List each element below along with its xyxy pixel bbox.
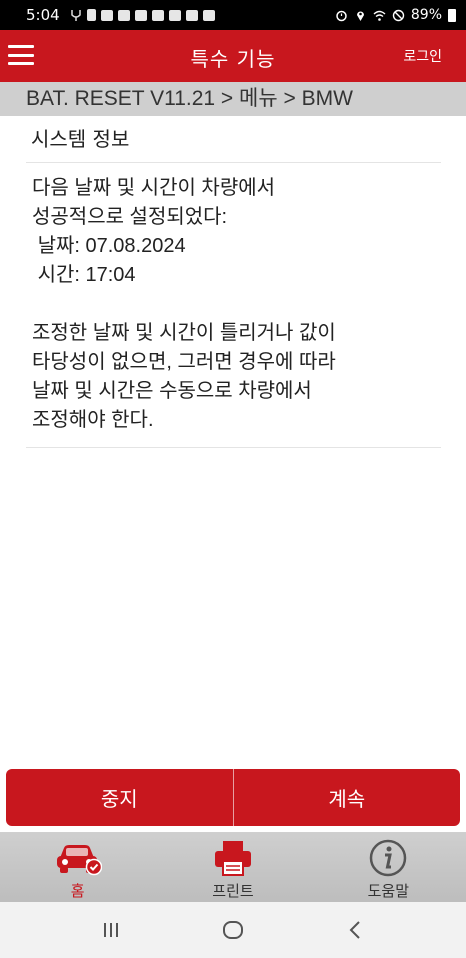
battery-percent: 89%: [410, 7, 442, 23]
continue-button[interactable]: 계속: [233, 769, 460, 826]
nav-label-help: 도움말: [367, 882, 410, 900]
home-icon[interactable]: [213, 910, 253, 950]
breadcrumb: BAT. RESET V11.21 > 메뉴 > BMW: [0, 82, 466, 116]
location-icon: [356, 11, 364, 21]
usb-debug-icon: [70, 9, 81, 21]
system-nav-bar: [0, 902, 466, 958]
notification-icon: [202, 9, 215, 21]
section-title: 시스템 정보: [26, 116, 441, 163]
nav-label-print: 프린트: [212, 882, 254, 900]
stop-button[interactable]: 중지: [6, 769, 234, 826]
system-info-panel: 시스템 정보 다음 날짜 및 시간이 차량에서 성공적으로 설정되었다: 날짜:…: [26, 116, 441, 448]
notification-icon: [117, 9, 130, 21]
status-time: 5:04: [26, 6, 60, 24]
nav-item-home[interactable]: 홈: [0, 832, 155, 902]
battery-icon: [448, 8, 456, 22]
nav-item-print[interactable]: 프린트: [155, 832, 310, 902]
login-button[interactable]: 로그인: [403, 46, 442, 66]
car-check-icon: [54, 838, 102, 878]
bottom-nav: 홈 프린트 도움말: [0, 832, 466, 902]
nav-label-home: 홈: [70, 882, 85, 900]
printer-icon: [209, 838, 257, 878]
notification-icons: [70, 9, 215, 22]
info-icon: [364, 838, 412, 878]
notification-icon: [185, 9, 198, 21]
notification-icon: [168, 9, 181, 21]
wifi-icon: [373, 10, 386, 21]
app-icon: [86, 9, 96, 21]
alarm-icon: [336, 10, 347, 21]
notification-icon: [134, 9, 147, 21]
page-title: 특수 기능: [190, 47, 276, 71]
nav-item-help[interactable]: 도움말: [311, 832, 466, 902]
status-bar: 5:04 89%: [0, 0, 466, 30]
app-header: 특수 기능 로그인: [0, 30, 466, 82]
image-icon: [100, 9, 113, 21]
action-buttons: 중지 계속: [6, 769, 460, 826]
dnd-icon: [392, 9, 405, 21]
notification-icon: [151, 9, 164, 21]
info-message: 다음 날짜 및 시간이 차량에서 성공적으로 설정되었다: 날짜: 07.08.…: [26, 163, 441, 448]
back-icon[interactable]: [335, 910, 375, 950]
recent-apps-icon[interactable]: [91, 910, 131, 950]
